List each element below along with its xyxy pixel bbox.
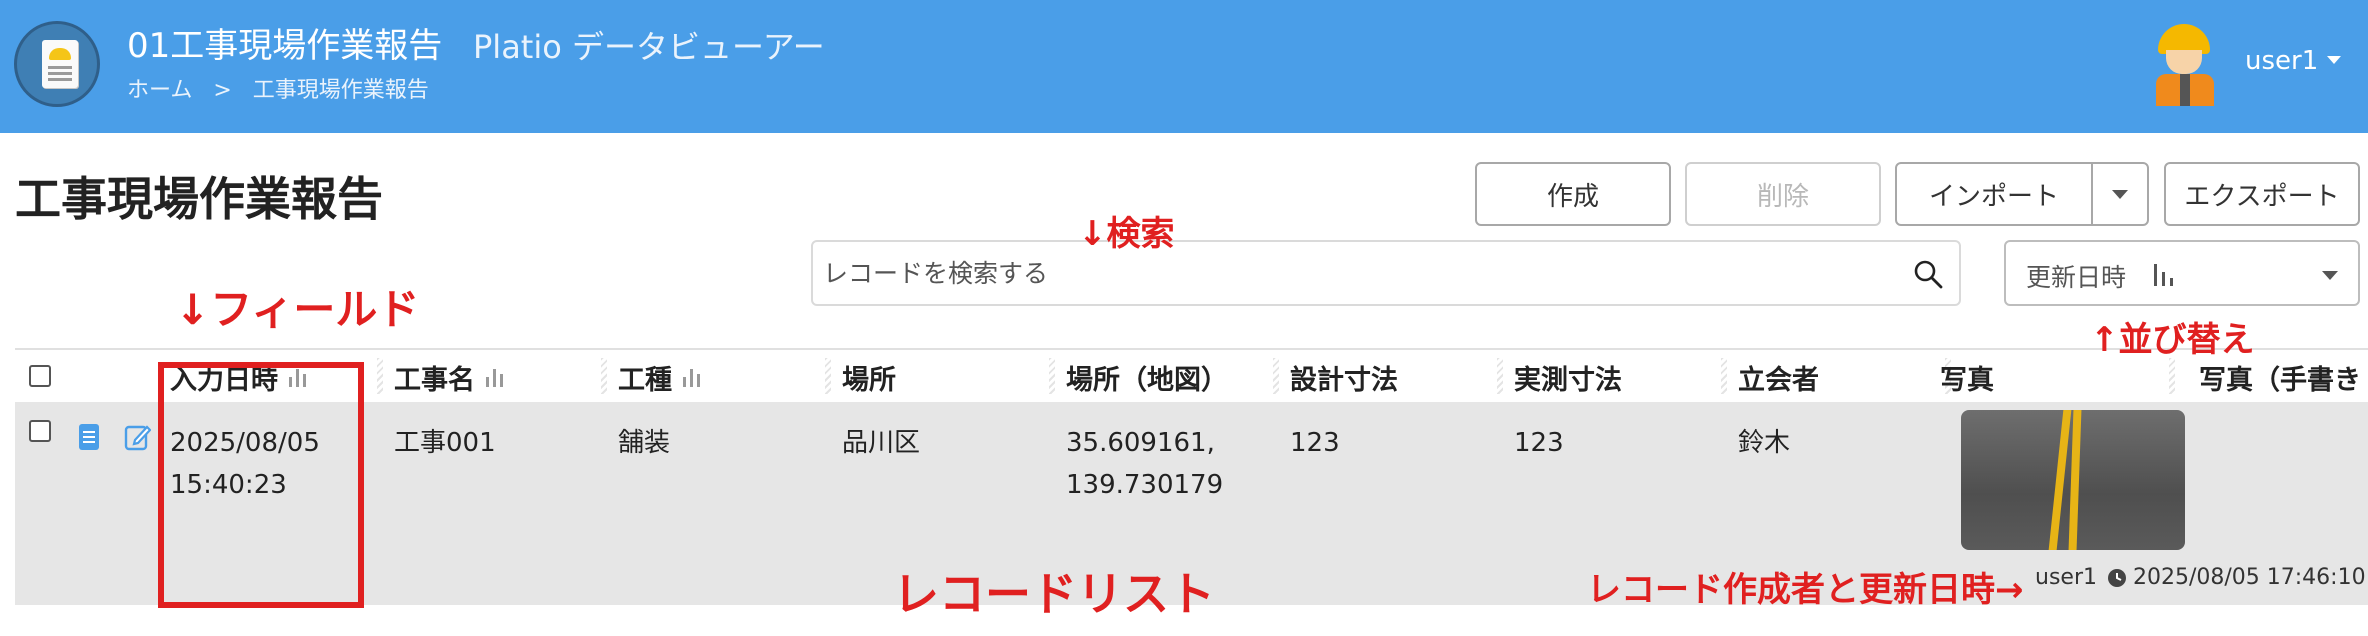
user-avatar[interactable]: [2152, 20, 2218, 106]
import-dropdown-button[interactable]: [2091, 162, 2149, 226]
column-resize-handle[interactable]: [825, 358, 831, 394]
app-logo-icon[interactable]: [14, 21, 100, 107]
column-resize-handle[interactable]: [1497, 358, 1503, 394]
record-updated-at: 2025/08/05 17:46:10: [2132, 565, 2366, 590]
search-input[interactable]: [823, 252, 1873, 294]
photo-thumbnail[interactable]: [1961, 410, 2185, 550]
cell-location-map[interactable]: 35.609161, 139.730179: [1066, 422, 1223, 506]
column-header-handwritten-photo[interactable]: 写真（手書き: [2199, 359, 2361, 396]
record-meta: user1 2025/08/05 17:46:10: [2035, 565, 2366, 590]
row-checkbox[interactable]: [29, 420, 51, 442]
delete-button[interactable]: 削除: [1685, 162, 1881, 226]
sort-icon[interactable]: [483, 365, 507, 389]
document-icon[interactable]: [75, 422, 103, 452]
sort-order-icon: [2154, 264, 2173, 286]
column-resize-handle[interactable]: [2169, 358, 2175, 394]
edit-icon[interactable]: [123, 422, 151, 452]
app-subtitle: Platio データビューアー: [473, 28, 825, 66]
breadcrumb-home[interactable]: ホーム: [127, 78, 192, 103]
chevron-down-icon[interactable]: [2327, 56, 2341, 64]
cell-location: 品川区: [842, 428, 921, 458]
column-header-location-map[interactable]: 場所（地図）: [1066, 359, 1228, 396]
column-header-photo[interactable]: 写真: [1940, 359, 1994, 396]
cell-work-type: 舗装: [618, 428, 671, 458]
chevron-down-icon: [2112, 189, 2128, 199]
cell-design-size: 123: [1290, 428, 1340, 458]
column-header-design-size[interactable]: 設計寸法: [1290, 359, 1398, 396]
annotation-record-meta: レコード作成者と更新日時→: [1587, 570, 2024, 610]
breadcrumb: ホーム > 工事現場作業報告: [127, 72, 443, 104]
cell-measured-size: 123: [1514, 428, 1564, 458]
sort-selected-label: 更新日時: [2026, 263, 2127, 292]
record-creator: user1: [2035, 565, 2097, 590]
annotation-field: ↓フィールド: [175, 285, 420, 334]
sort-select[interactable]: 更新日時: [2004, 240, 2360, 306]
breadcrumb-separator: >: [213, 78, 232, 103]
column-resize-handle[interactable]: [1273, 358, 1279, 394]
table-header: 入力日時 工事名 工種 場所 場所（地図） 設計寸法 実測寸法 立会者 写真 写…: [15, 348, 2368, 402]
sort-icon[interactable]: [680, 365, 704, 389]
import-button[interactable]: インポート: [1895, 162, 2093, 226]
annotation-record-list: レコードリスト: [893, 567, 1215, 621]
column-header-work-type[interactable]: 工種: [618, 359, 704, 396]
user-menu-name[interactable]: user1: [2245, 46, 2318, 76]
create-button[interactable]: 作成: [1475, 162, 1671, 226]
annotation-field-highlight-box: [158, 362, 364, 608]
select-all-checkbox[interactable]: [29, 365, 51, 387]
export-button[interactable]: エクスポート: [2164, 162, 2360, 226]
annotation-search: ↓検索: [1078, 214, 1175, 254]
column-header-location[interactable]: 場所: [842, 359, 896, 396]
column-resize-handle[interactable]: [377, 358, 383, 394]
column-header-witness[interactable]: 立会者: [1738, 359, 1819, 396]
breadcrumb-current: 工事現場作業報告: [252, 78, 429, 103]
chevron-down-icon: [2322, 271, 2338, 280]
column-resize-handle[interactable]: [1049, 358, 1055, 394]
search-box: [811, 240, 1961, 306]
cell-witness: 鈴木: [1738, 428, 1791, 458]
column-header-project-name[interactable]: 工事名: [394, 359, 507, 396]
column-resize-handle[interactable]: [1721, 358, 1727, 394]
column-resize-handle[interactable]: [601, 358, 607, 394]
column-header-measured-size[interactable]: 実測寸法: [1514, 359, 1622, 396]
annotation-sort: ↑並び替え: [2090, 320, 2255, 360]
cell-project-name: 工事001: [394, 428, 496, 458]
app-title: 01工事現場作業報告: [127, 26, 443, 66]
page-title: 工事現場作業報告: [15, 172, 383, 226]
app-header: 01工事現場作業報告 Platio データビューアー ホーム > 工事現場作業報…: [0, 0, 2368, 133]
search-icon[interactable]: [1913, 259, 1943, 289]
clock-icon: [2107, 568, 2126, 587]
